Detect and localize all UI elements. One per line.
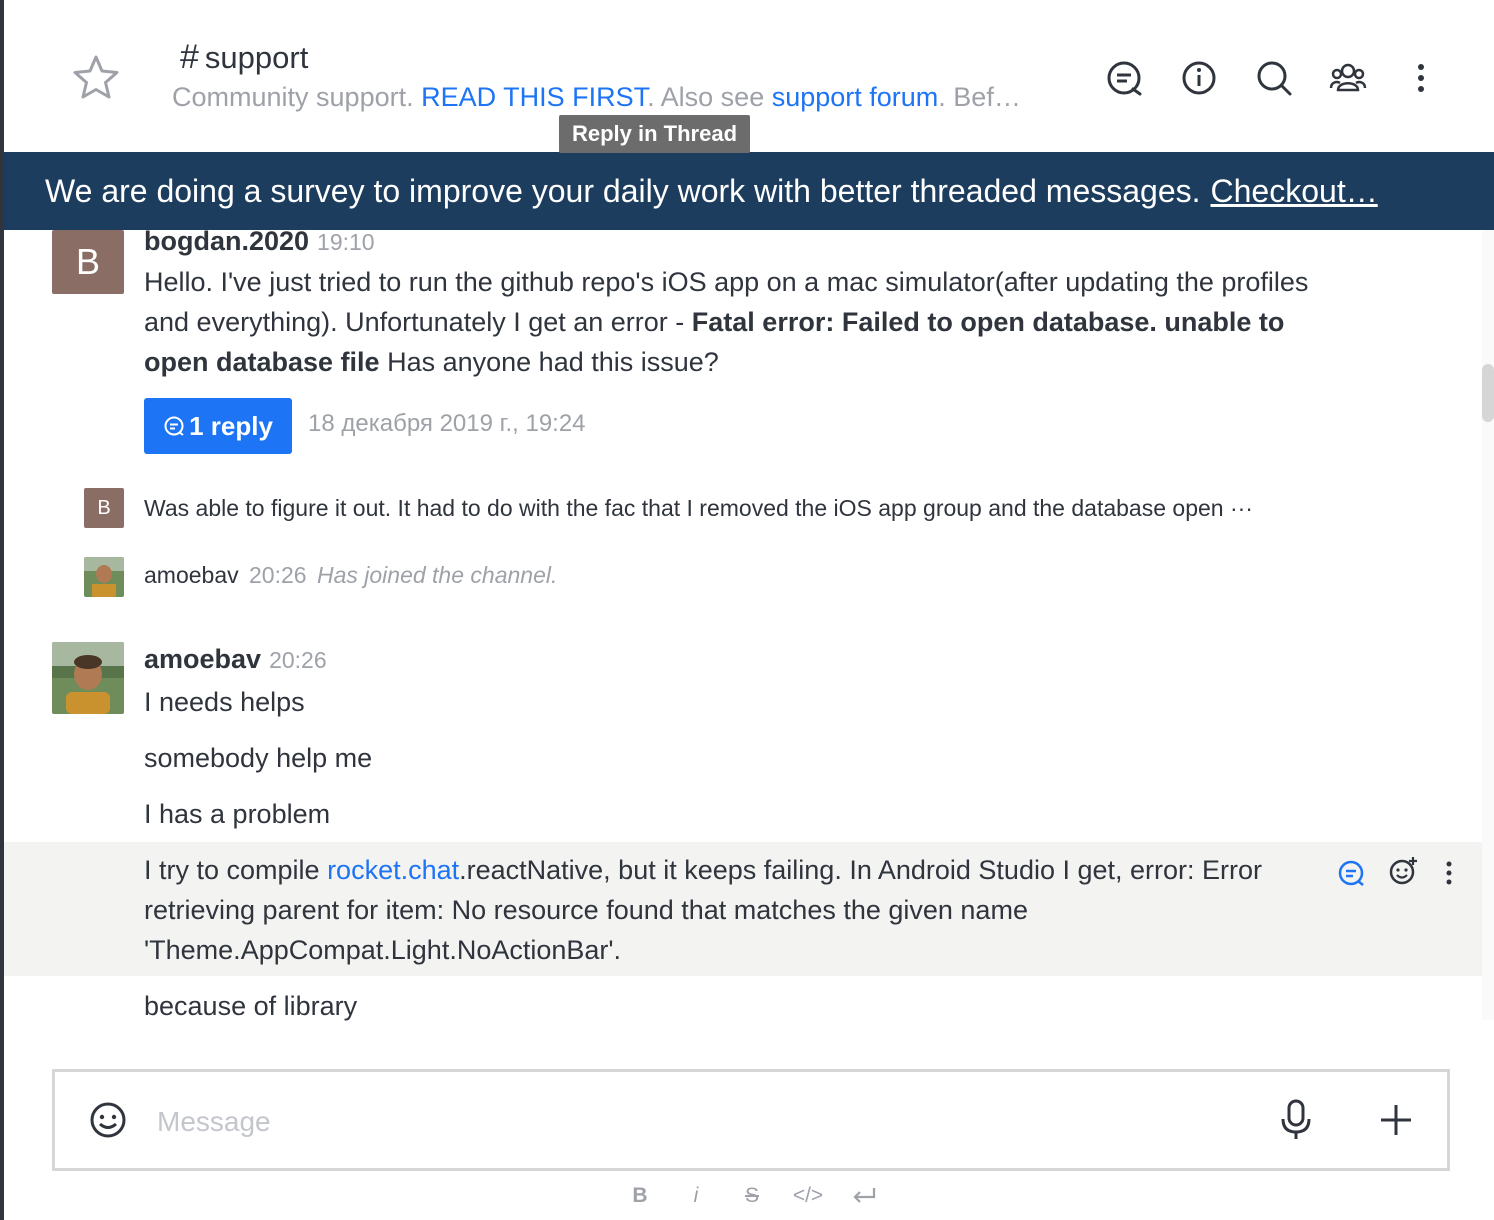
system-message: amoebav 20:26 Has joined the channel. [144, 562, 557, 589]
message-time: 20:26 [269, 647, 327, 673]
message-body: I try to compile rocket.chat.reactNative… [144, 850, 1374, 970]
username[interactable]: amoebav [144, 644, 261, 674]
reply-count: 1 reply [189, 410, 273, 441]
message-body: Hello. I've just tried to run the github… [144, 262, 1354, 382]
scrollbar-thumb[interactable] [1482, 364, 1494, 422]
message-menu-icon[interactable] [1432, 856, 1466, 890]
message-line: I has a problem [144, 799, 331, 829]
last-reply-date: 18 декабря 2019 г., 19:24 [308, 410, 586, 437]
code-format-button[interactable]: </> [790, 1180, 826, 1212]
user-avatar-photo[interactable] [52, 642, 124, 714]
message-composer [52, 1069, 1450, 1171]
message-text: I try to compile [144, 855, 328, 885]
multiline-icon[interactable] [848, 1180, 880, 1212]
avatar[interactable]: B [52, 230, 124, 294]
search-icon[interactable] [1252, 56, 1296, 100]
topic-text: . Also see [647, 82, 772, 112]
emoji-icon[interactable] [85, 1097, 131, 1143]
hash-icon: # [180, 38, 199, 76]
reply-in-thread-icon[interactable] [1334, 856, 1368, 890]
add-plus-icon[interactable] [1373, 1097, 1419, 1143]
system-text: Has joined the channel. [316, 562, 558, 588]
announcement-banner[interactable]: We are doing a survey to improve your da… [4, 152, 1494, 230]
threads-icon[interactable] [1102, 56, 1146, 100]
message-link[interactable]: rocket.chat [327, 855, 459, 885]
info-icon[interactable] [1177, 56, 1221, 100]
bold-format-button[interactable]: B [626, 1180, 654, 1212]
channel-title: # support [180, 38, 308, 77]
thread-preview-text[interactable]: Was able to figure it out. It had to do … [144, 495, 1253, 522]
message-list: B bogdan.2020 19:10 Hello. I've just trie… [4, 230, 1482, 1040]
message-time: 20:26 [249, 562, 307, 588]
favorite-star-icon[interactable] [70, 52, 122, 104]
channel-name: support [204, 39, 309, 75]
message-line: I needs helps [144, 687, 305, 717]
banner-link[interactable]: Checkout… [1211, 173, 1378, 210]
message-header: amoebav 20:26 [144, 644, 327, 675]
scrollbar-track[interactable] [1482, 230, 1494, 1020]
thread-reply-button[interactable]: 1 reply [144, 398, 292, 454]
add-reaction-icon[interactable] [1386, 854, 1420, 888]
kebab-menu-icon[interactable] [1399, 56, 1443, 100]
message-line: somebody help me [144, 743, 373, 773]
avatar[interactable]: B [84, 488, 124, 528]
thread-icon [164, 416, 184, 436]
channel-topic: Community support. READ THIS FIRST. Also… [172, 82, 1072, 113]
banner-text: We are doing a survey to improve your da… [45, 172, 1201, 209]
user-avatar-photo[interactable] [84, 557, 124, 597]
topic-link-read-first[interactable]: READ THIS FIRST [421, 82, 647, 112]
strike-format-button[interactable]: S [738, 1180, 766, 1212]
topic-link-support-forum[interactable]: support forum [772, 82, 939, 112]
username[interactable]: amoebav [144, 562, 239, 588]
tooltip: Reply in Thread [559, 115, 750, 153]
username[interactable]: bogdan.2020 [144, 230, 309, 256]
topic-text: Community support. [172, 82, 422, 112]
message-input[interactable] [155, 1098, 1259, 1146]
message-text: Has anyone had this issue? [379, 347, 719, 377]
topic-text: . Bef… [938, 82, 1021, 112]
microphone-icon[interactable] [1273, 1097, 1319, 1143]
members-icon[interactable] [1326, 56, 1370, 100]
italic-format-button[interactable]: i [682, 1180, 710, 1212]
message-line: because of library [144, 991, 358, 1021]
message-time: 19:10 [317, 230, 375, 255]
message-header: bogdan.2020 19:10 [144, 230, 375, 257]
